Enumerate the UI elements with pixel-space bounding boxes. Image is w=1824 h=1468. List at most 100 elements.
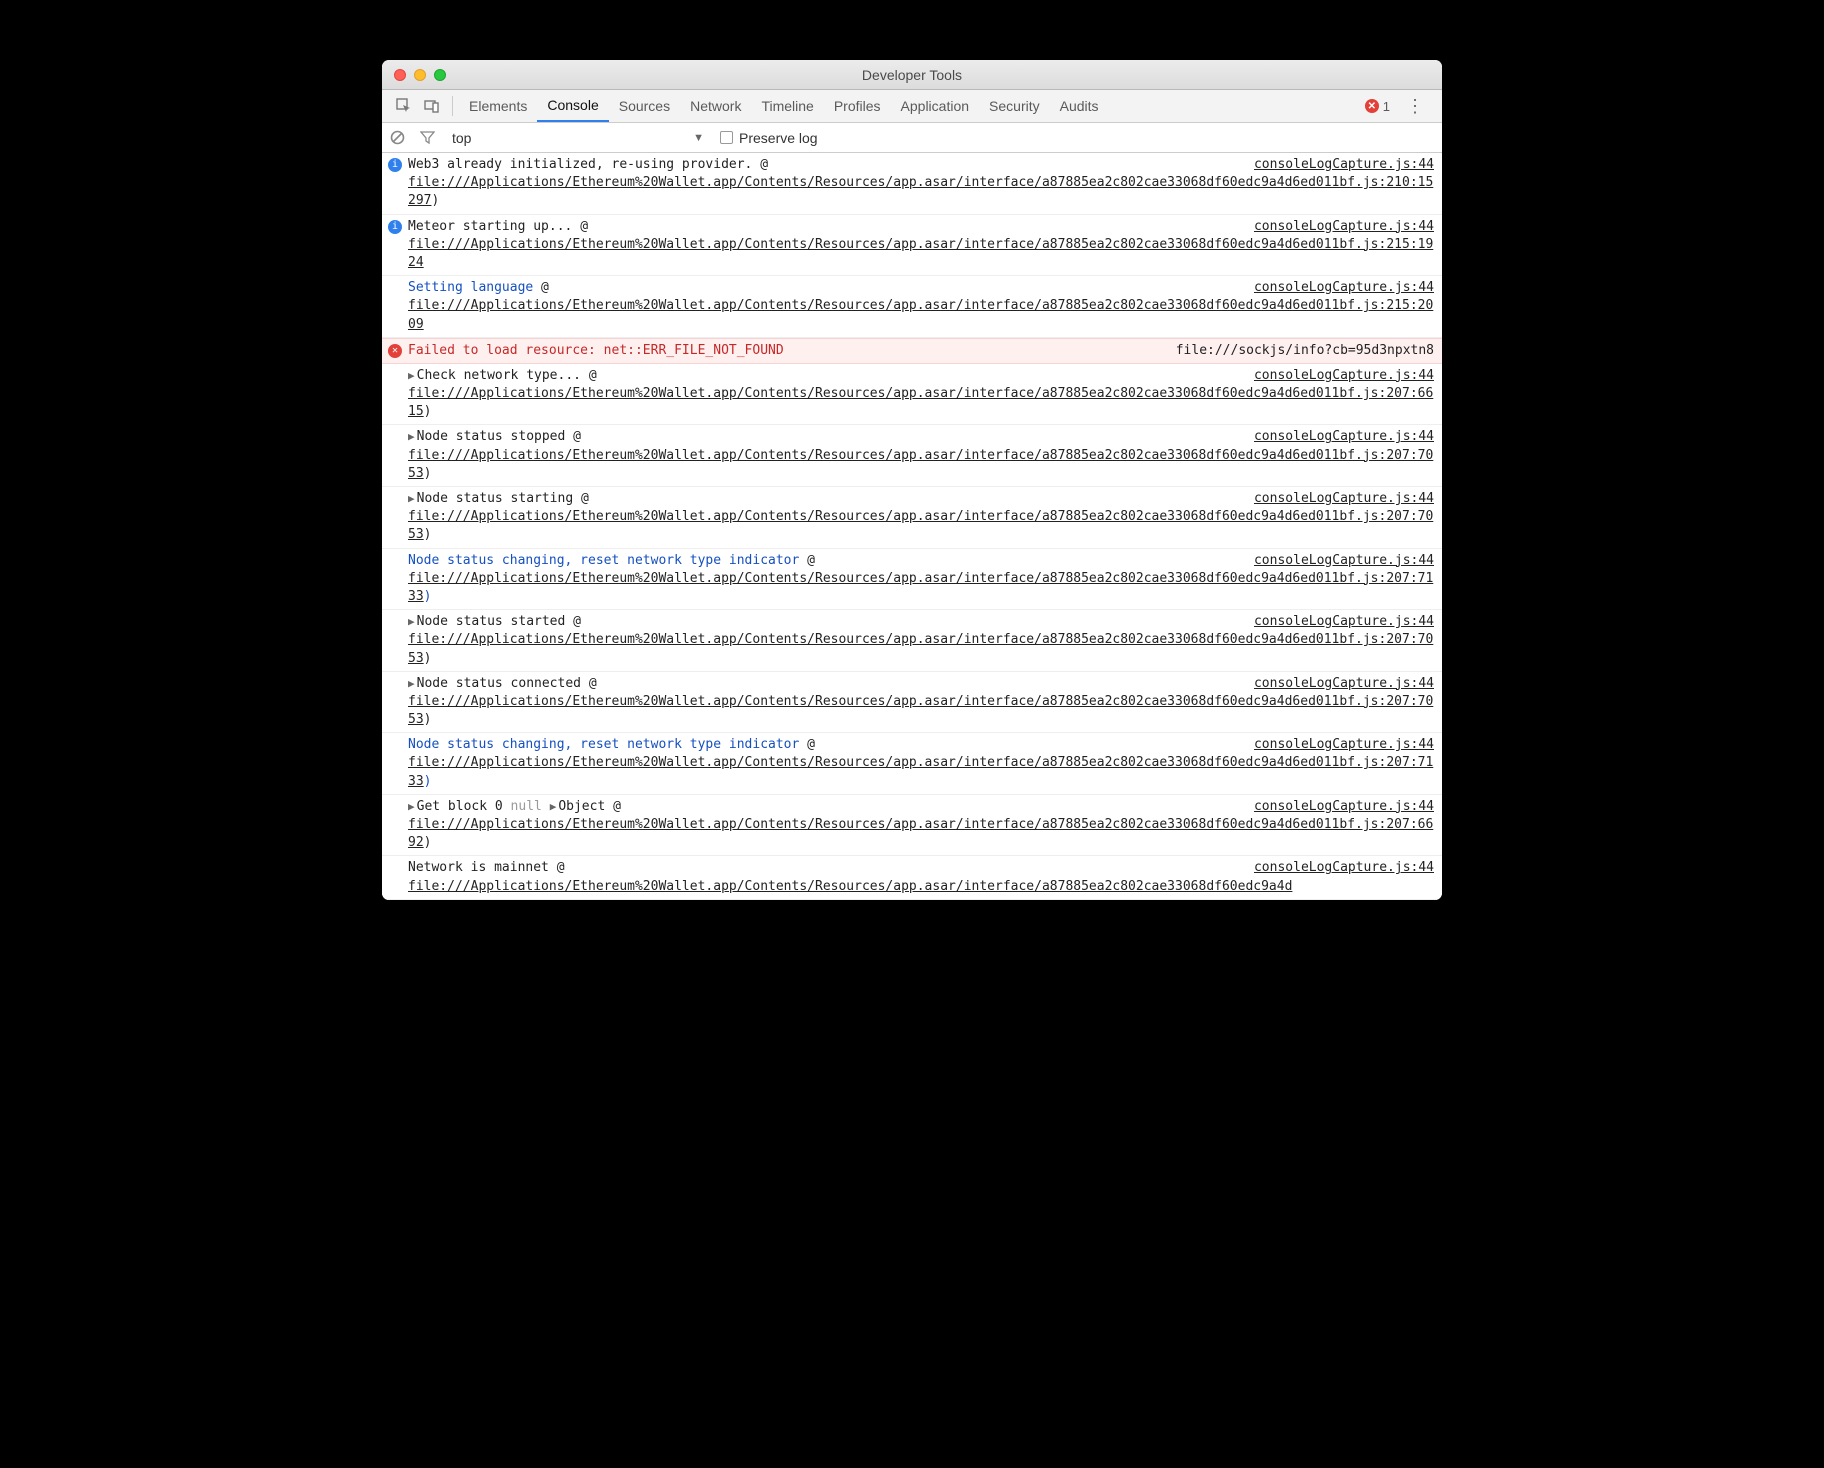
null-value: null — [511, 799, 542, 814]
error-icon: ✕ — [1365, 99, 1379, 113]
preserve-log-label: Preserve log — [739, 130, 818, 146]
trailing-paren: ) — [424, 835, 432, 850]
console-row: consoleLogCapture.js:44 Network is mainne… — [382, 856, 1442, 899]
tab-console[interactable]: Console — [537, 90, 608, 122]
trailing-paren: ) — [424, 774, 432, 789]
source-link[interactable]: consoleLogCapture.js:44 — [1254, 279, 1434, 297]
console-row: consoleLogCapture.js:44 Node status chang… — [382, 549, 1442, 611]
console-message: ▶Node status connected @ — [408, 676, 597, 691]
tab-timeline[interactable]: Timeline — [751, 90, 823, 122]
tab-audits[interactable]: Audits — [1050, 90, 1109, 122]
file-link[interactable]: file:///Applications/Ethereum%20Wallet.a… — [408, 509, 1433, 542]
file-link[interactable]: file:///Applications/Ethereum%20Wallet.a… — [408, 755, 1433, 788]
console-message: Node status changing, reset network type… — [408, 553, 815, 568]
source-link[interactable]: consoleLogCapture.js:44 — [1254, 859, 1434, 877]
file-link[interactable]: file:///Applications/Ethereum%20Wallet.a… — [408, 386, 1433, 419]
source-link[interactable]: consoleLogCapture.js:44 — [1254, 798, 1434, 816]
expand-icon[interactable]: ▶ — [408, 491, 415, 506]
console-message: Web3 already initialized, re-using provi… — [408, 157, 768, 172]
tab-network[interactable]: Network — [680, 90, 751, 122]
file-link[interactable]: file:///Applications/Ethereum%20Wallet.a… — [408, 175, 1433, 208]
chevron-down-icon: ▼ — [693, 132, 704, 144]
expand-icon[interactable]: ▶ — [550, 799, 557, 814]
trailing-paren: ) — [431, 193, 439, 208]
source-link[interactable]: consoleLogCapture.js:44 — [1254, 613, 1434, 631]
source-link[interactable]: consoleLogCapture.js:44 — [1254, 218, 1434, 236]
console-row: consoleLogCapture.js:44 ▶Node status star… — [382, 487, 1442, 549]
console-row: consoleLogCapture.js:44 ▶Node status conn… — [382, 672, 1442, 734]
tab-sources[interactable]: Sources — [609, 90, 680, 122]
trailing-paren: ) — [424, 712, 432, 727]
source-link[interactable]: consoleLogCapture.js:44 — [1254, 367, 1434, 385]
console-toolbar: top ▼ Preserve log — [382, 123, 1442, 153]
info-icon: i — [388, 158, 402, 172]
file-link[interactable]: file:///Applications/Ethereum%20Wallet.a… — [408, 817, 1433, 850]
console-message: ▶Node status started @ — [408, 614, 581, 629]
source-link[interactable]: consoleLogCapture.js:44 — [1254, 552, 1434, 570]
file-link[interactable]: file:///Applications/Ethereum%20Wallet.a… — [408, 694, 1433, 727]
trailing-paren: ) — [424, 527, 432, 542]
error-count-badge[interactable]: ✕ 1 — [1365, 99, 1390, 114]
tab-application[interactable]: Application — [891, 90, 980, 122]
file-link[interactable]: file:///Applications/Ethereum%20Wallet.a… — [408, 571, 1433, 604]
clear-console-icon[interactable] — [390, 130, 410, 145]
console-message: Network is mainnet @ — [408, 860, 565, 875]
more-icon[interactable]: ⋮ — [1402, 96, 1428, 117]
file-link[interactable]: file:///Applications/Ethereum%20Wallet.a… — [408, 237, 1433, 270]
tab-profiles[interactable]: Profiles — [824, 90, 891, 122]
checkbox-icon — [720, 131, 733, 144]
console-message: ▶Node status stopped @ — [408, 429, 581, 444]
error-url[interactable]: file:///sockjs/info?cb=95d3npxtn8 — [1176, 342, 1434, 360]
console-row: consoleLogCapture.js:44 ▶Node status stop… — [382, 425, 1442, 487]
file-link[interactable]: file:///Applications/Ethereum%20Wallet.a… — [408, 879, 1292, 894]
minimize-dot[interactable] — [414, 69, 426, 81]
source-link[interactable]: consoleLogCapture.js:44 — [1254, 675, 1434, 693]
devtools-tabs: ElementsConsoleSourcesNetworkTimelinePro… — [382, 90, 1442, 123]
preserve-log-checkbox[interactable]: Preserve log — [720, 130, 818, 146]
expand-icon[interactable]: ▶ — [408, 676, 415, 691]
object-label[interactable]: Object — [558, 799, 605, 814]
device-icon[interactable] — [418, 92, 446, 120]
tab-elements[interactable]: Elements — [459, 90, 537, 122]
zoom-dot[interactable] — [434, 69, 446, 81]
source-link[interactable]: consoleLogCapture.js:44 — [1254, 736, 1434, 754]
context-selector[interactable]: top ▼ — [450, 130, 710, 146]
close-dot[interactable] — [394, 69, 406, 81]
trailing-paren: ) — [424, 651, 432, 666]
window-title: Developer Tools — [382, 67, 1442, 83]
expand-icon[interactable]: ▶ — [408, 429, 415, 444]
tab-security[interactable]: Security — [979, 90, 1050, 122]
trailing-paren: ) — [424, 466, 432, 481]
console-row: consoleLogCapture.js:44 Node status chang… — [382, 733, 1442, 795]
file-link[interactable]: file:///Applications/Ethereum%20Wallet.a… — [408, 632, 1433, 665]
error-icon: ✕ — [388, 344, 402, 358]
window-titlebar: Developer Tools — [382, 60, 1442, 90]
console-message: Node status changing, reset network type… — [408, 737, 815, 752]
console-message: ▶Node status starting @ — [408, 491, 589, 506]
filter-icon[interactable] — [420, 130, 440, 145]
expand-icon[interactable]: ▶ — [408, 368, 415, 383]
file-link[interactable]: file:///Applications/Ethereum%20Wallet.a… — [408, 298, 1433, 331]
source-link[interactable]: consoleLogCapture.js:44 — [1254, 156, 1434, 174]
file-link[interactable]: file:///Applications/Ethereum%20Wallet.a… — [408, 448, 1433, 481]
info-icon: i — [388, 220, 402, 234]
console-message: Failed to load resource: net::ERR_FILE_N… — [408, 343, 784, 358]
console-message: ▶Get block 0 null ▶Object @ — [408, 799, 621, 814]
console-output: i consoleLogCapture.js:44 Web3 already ini… — [382, 153, 1442, 900]
console-row: consoleLogCapture.js:44 ▶Get block 0 null… — [382, 795, 1442, 857]
expand-icon[interactable]: ▶ — [408, 799, 415, 814]
console-row: i consoleLogCapture.js:44 Web3 already ini… — [382, 153, 1442, 215]
source-link[interactable]: consoleLogCapture.js:44 — [1254, 428, 1434, 446]
console-message: Setting language @ — [408, 280, 549, 295]
trailing-paren: ) — [424, 404, 432, 419]
inspect-icon[interactable] — [390, 92, 418, 120]
console-row: consoleLogCapture.js:44 Setting language … — [382, 276, 1442, 338]
console-message: ▶Check network type... @ — [408, 368, 597, 383]
source-link[interactable]: consoleLogCapture.js:44 — [1254, 490, 1434, 508]
devtools-window: Developer Tools ElementsConsoleSourcesNe… — [382, 60, 1442, 900]
console-row: ✕ file:///sockjs/info?cb=95d3npxtn8 Failed… — [382, 338, 1442, 364]
error-count: 1 — [1383, 99, 1390, 114]
window-traffic-lights — [382, 69, 446, 81]
expand-icon[interactable]: ▶ — [408, 614, 415, 629]
toolbar-separator — [452, 96, 453, 116]
